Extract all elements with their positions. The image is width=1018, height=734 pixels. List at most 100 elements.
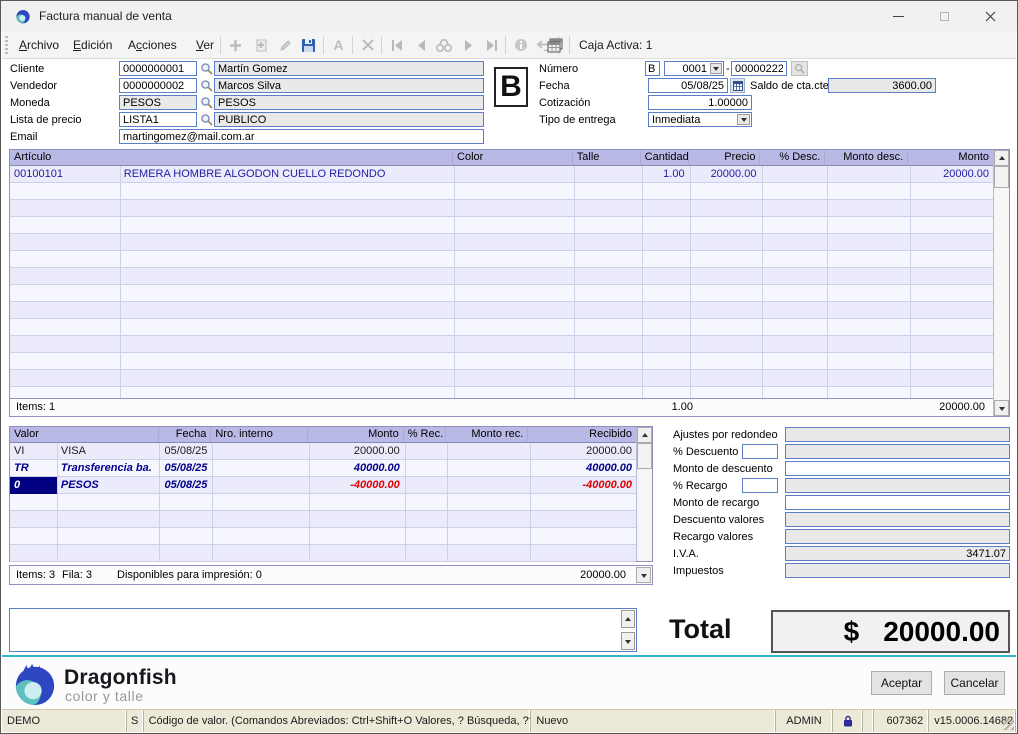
resize-grip[interactable] [1003, 719, 1014, 730]
maximize-button[interactable] [921, 2, 967, 30]
column-header-prec[interactable]: % Rec. [404, 427, 446, 442]
status-company: DEMO [2, 710, 127, 732]
cotizacion-input[interactable] [648, 95, 752, 110]
status-number: 607362 [874, 710, 929, 732]
scroll-up-button[interactable] [994, 150, 1009, 166]
toolbar-edit-button[interactable] [274, 34, 297, 56]
precargo-field [785, 478, 1010, 493]
payment-row[interactable]: TR Transferencia ba. 05/08/25 40000.00 4… [10, 460, 636, 477]
vendedor-code-input[interactable] [119, 78, 197, 93]
cliente-name-field: Martín Gomez [214, 61, 484, 76]
pdescuento-label: % Descuento [673, 446, 738, 458]
cliente-search-icon[interactable] [200, 62, 213, 80]
scroll-thumb[interactable] [637, 443, 652, 469]
observaciones-scroll-up-button[interactable] [621, 610, 635, 628]
item-pdesc [760, 166, 825, 183]
impuestos-field [785, 563, 1010, 578]
moneda-search-icon[interactable] [200, 96, 213, 114]
column-header-pdesc[interactable]: % Desc. [760, 150, 825, 165]
toolbar-grip[interactable] [5, 36, 8, 54]
scroll-down-button[interactable] [636, 567, 651, 583]
column-header-monto[interactable]: Monto [908, 150, 993, 165]
payment-nro [211, 443, 308, 460]
column-header-monto-rec[interactable]: Monto rec. [446, 427, 529, 442]
toolbar-last-record-button[interactable] [480, 34, 503, 56]
toolbar-previous-record-button[interactable] [410, 34, 433, 56]
column-header-valor[interactable]: Valor [10, 427, 159, 442]
payment-nro [211, 477, 308, 494]
menu-ver[interactable]: Ver [187, 31, 223, 59]
lista-precio-code-input[interactable] [119, 112, 197, 127]
items-count-label: Items: 1 [16, 401, 55, 413]
items-grid-row[interactable]: 00100101 REMERA HOMBRE ALGODON CUELLO RE… [10, 166, 993, 183]
minimize-button[interactable] [875, 2, 921, 30]
menu-edicion[interactable]: Edición [64, 31, 121, 59]
payment-row-selected[interactable]: 0 PESOS 05/08/25 -40000.00 -40000.00 [10, 477, 636, 494]
save-icon [301, 38, 316, 53]
cancelar-button[interactable]: Cancelar [944, 671, 1005, 695]
app-logo-icon [15, 8, 31, 24]
toolbar-delete-button[interactable] [356, 34, 379, 56]
observaciones-scroll-down-button[interactable] [621, 632, 635, 650]
numero-valor-input[interactable] [731, 61, 787, 76]
payment-codigo-selected-cell[interactable]: 0 [10, 477, 57, 494]
close-button[interactable] [967, 2, 1013, 30]
toolbar-first-record-button[interactable] [385, 34, 408, 56]
toolbar-new-copy-button[interactable] [249, 34, 272, 56]
column-header-fecha[interactable]: Fecha [159, 427, 212, 442]
chevron-down-icon [713, 67, 719, 74]
cliente-label: Cliente [10, 63, 44, 75]
mrecargo-input[interactable] [785, 495, 1010, 510]
tipo-entrega-dropdown-button[interactable] [737, 114, 750, 125]
toolbar-find-button[interactable] [432, 34, 455, 56]
column-header-color[interactable]: Color [453, 150, 573, 165]
last-record-icon [486, 40, 498, 51]
column-header-nro-interno[interactable]: Nro. interno [211, 427, 308, 442]
toolbar-font-button[interactable]: A [327, 34, 350, 56]
items-grid-scrollbar[interactable] [993, 150, 1009, 416]
column-header-precio[interactable]: Precio [689, 150, 761, 165]
column-header-articulo[interactable]: Artículo [10, 150, 453, 165]
column-header-cantidad[interactable]: Cantidad [641, 150, 689, 165]
cliente-code-input[interactable] [119, 61, 197, 76]
scroll-thumb[interactable] [994, 166, 1009, 188]
triangle-down-icon [641, 574, 647, 581]
column-header-recibido[interactable]: Recibido [528, 427, 636, 442]
payments-grid-scrollbar[interactable] [636, 427, 652, 561]
tipo-entrega-label: Tipo de entrega [539, 114, 616, 126]
toolbar-browse-button[interactable] [543, 34, 566, 56]
menu-archivo[interactable]: Archivo [10, 31, 68, 59]
scroll-down-button[interactable] [994, 400, 1009, 416]
aceptar-button[interactable]: Aceptar [871, 671, 932, 695]
toolbar-new-button[interactable] [224, 34, 247, 56]
column-header-monto[interactable]: Monto [308, 427, 404, 442]
toolbar-save-button[interactable] [297, 34, 320, 56]
binoculars-icon [436, 39, 452, 52]
toolbar-info-button[interactable] [509, 34, 532, 56]
payment-prec [404, 443, 446, 460]
numero-search-button[interactable] [791, 61, 808, 76]
fecha-input[interactable] [648, 78, 728, 93]
status-state: Nuevo [531, 710, 775, 732]
email-input[interactable] [119, 129, 484, 144]
lock-icon [843, 715, 853, 727]
fecha-calendar-button[interactable] [730, 78, 745, 93]
numero-punto-dropdown-button[interactable] [710, 63, 722, 74]
dragonfish-logo-icon [12, 661, 58, 712]
pdescuento-percent-input[interactable] [742, 444, 778, 459]
triangle-up-icon [999, 153, 1005, 160]
column-header-talle[interactable]: Talle [573, 150, 641, 165]
vendedor-search-icon[interactable] [200, 79, 213, 97]
payment-fecha: 05/08/25 [159, 443, 212, 460]
precargo-percent-input[interactable] [742, 478, 778, 493]
toolbar-next-record-button[interactable] [457, 34, 480, 56]
plus-icon [229, 39, 242, 52]
column-header-mdesc[interactable]: Monto desc. [825, 150, 908, 165]
numero-serie-field[interactable]: B [645, 61, 660, 76]
observaciones-textarea[interactable] [9, 608, 637, 652]
scroll-up-button[interactable] [637, 427, 652, 443]
pencil-icon [279, 39, 292, 52]
mdescuento-input[interactable] [785, 461, 1010, 476]
payment-row[interactable]: VI VISA 05/08/25 20000.00 20000.00 [10, 443, 636, 460]
menu-acciones[interactable]: Acciones [119, 31, 186, 59]
